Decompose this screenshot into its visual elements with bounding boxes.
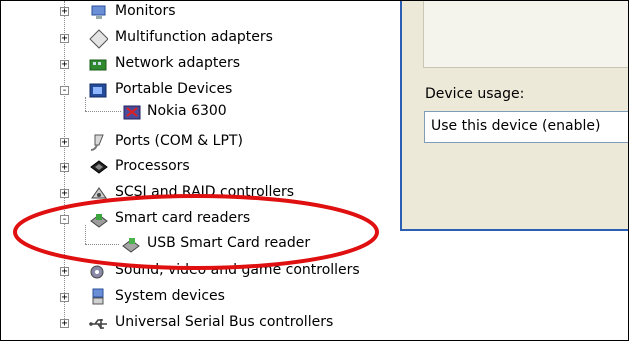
expander-glyph: - <box>61 214 68 225</box>
expander-glyph: + <box>61 188 68 199</box>
expander-glyph: + <box>61 6 68 17</box>
expander-glyph: + <box>61 137 68 148</box>
tree-item-usb-controllers[interactable]: Universal Serial Bus controllers <box>115 314 333 330</box>
expand-sound-button[interactable]: + <box>60 266 69 277</box>
expand-network-button[interactable]: + <box>60 59 69 70</box>
collapse-smart-card-readers-button[interactable]: - <box>60 214 69 225</box>
expand-ports-button[interactable]: + <box>60 137 69 148</box>
tree-item-processors[interactable]: Processors <box>115 158 190 174</box>
portable-device-icon <box>89 81 108 100</box>
tree-item-portable-devices[interactable]: Portable Devices <box>115 81 232 97</box>
device-properties-panel: Device usage: Use this device (enable) <box>400 1 628 231</box>
tree-item-system-devices[interactable]: System devices <box>115 288 225 304</box>
scsi-controller-icon <box>89 184 108 203</box>
expander-glyph: + <box>61 318 68 329</box>
properties-info-box <box>423 1 628 68</box>
expand-scsi-button[interactable]: + <box>60 188 69 199</box>
expander-glyph: + <box>61 162 68 173</box>
network-adapter-icon <box>89 55 108 74</box>
tree-line <box>85 244 119 245</box>
processor-icon <box>89 158 108 177</box>
tree-item-network-adapters[interactable]: Network adapters <box>115 55 240 71</box>
tree-item-monitors[interactable]: Monitors <box>115 3 176 19</box>
expander-glyph: + <box>61 292 68 303</box>
tree-item-usb-smart-card-reader[interactable]: USB Smart Card reader <box>147 235 310 251</box>
port-icon <box>89 132 108 151</box>
tree-item-sound-video-game[interactable]: Sound, video and game controllers <box>115 262 360 278</box>
expand-multifunction-button[interactable]: + <box>60 33 69 44</box>
expand-usb-controllers-button[interactable]: + <box>60 318 69 329</box>
tree-item-scsi-raid[interactable]: SCSI and RAID controllers <box>115 184 294 200</box>
tree-item-smart-card-readers[interactable]: Smart card readers <box>115 210 250 226</box>
phone-device-icon <box>123 103 142 122</box>
expander-glyph: + <box>61 266 68 277</box>
monitor-icon <box>89 3 108 22</box>
tree-line <box>85 225 86 244</box>
device-tree: + Monitors + Multifunction adapters + Ne… <box>1 1 431 340</box>
usb-icon <box>89 314 108 333</box>
expander-glyph: + <box>61 33 68 44</box>
collapse-portable-devices-button[interactable]: - <box>60 85 69 96</box>
tree-item-multifunction-adapters[interactable]: Multifunction adapters <box>115 29 273 45</box>
expand-system-devices-button[interactable]: + <box>60 292 69 303</box>
expand-processors-button[interactable]: + <box>60 162 69 173</box>
expand-monitors-button[interactable]: + <box>60 6 69 17</box>
usb-smart-card-reader-icon <box>121 235 140 254</box>
sound-icon <box>89 262 108 281</box>
device-usage-select[interactable]: Use this device (enable) <box>424 111 628 143</box>
expander-glyph: + <box>61 59 68 70</box>
smart-card-reader-icon <box>89 210 108 229</box>
device-manager-window: + Monitors + Multifunction adapters + Ne… <box>0 0 629 341</box>
expander-glyph: - <box>61 85 68 96</box>
device-usage-label: Device usage: <box>425 86 525 102</box>
tree-line <box>85 111 121 112</box>
multifunction-adapter-icon <box>89 28 108 49</box>
tree-item-nokia-6300[interactable]: Nokia 6300 <box>147 103 227 119</box>
tree-item-ports[interactable]: Ports (COM & LPT) <box>115 133 243 149</box>
tree-line <box>85 97 86 111</box>
system-device-icon <box>89 287 108 306</box>
